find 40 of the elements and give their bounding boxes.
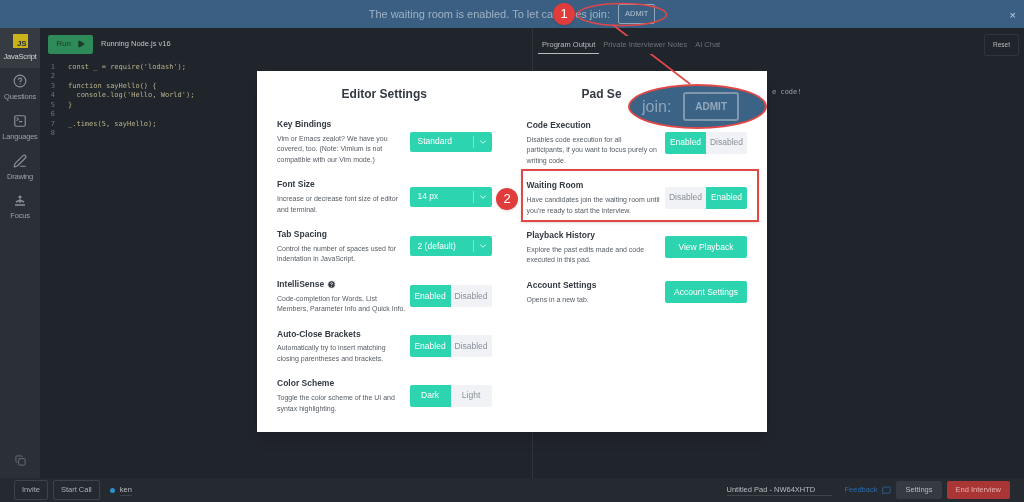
meditation-icon (14, 194, 26, 207)
select-dropdown[interactable]: 14 px (409, 186, 492, 207)
run-button[interactable]: Run (48, 34, 93, 54)
terminal-icon (13, 113, 27, 128)
action-button[interactable]: Account Settings (665, 280, 747, 303)
setting-title: Account Settings (526, 278, 597, 292)
toggle-option[interactable]: Enabled (706, 186, 747, 209)
callout-text: join: (642, 96, 672, 117)
action-button[interactable]: View Playback (665, 236, 747, 259)
select-dropdown[interactable]: 2 (default) (409, 236, 492, 257)
setting-title: Font Size (277, 178, 315, 191)
toggle-option[interactable]: Disabled (665, 186, 706, 209)
setting-title: Playback History (526, 229, 596, 242)
chat-icon[interactable] (882, 485, 892, 495)
banner-text: The waiting room is enabled. To let ca (368, 6, 554, 22)
section-title: Pad Se (580, 86, 622, 103)
toggle-option[interactable]: Enabled (409, 334, 451, 357)
setting-title: Code Execution (526, 119, 591, 132)
close-button[interactable]: × (1009, 7, 1016, 24)
toggle-option[interactable]: Dark (409, 384, 451, 407)
setting-title: Color Scheme (277, 377, 335, 390)
js-logo-icon: JS (12, 33, 28, 48)
play-icon (76, 40, 85, 48)
step-badge: 1 (553, 3, 576, 25)
question-icon (13, 73, 27, 88)
setting-title: IntelliSense (277, 277, 325, 291)
setting-title: Key Bindings (277, 118, 332, 131)
setting-title: Tab Spacing (277, 228, 327, 241)
toggle-option[interactable]: Disabled (450, 285, 492, 308)
pen-icon (13, 153, 27, 168)
toggle-option[interactable]: Enabled (665, 131, 706, 154)
select-dropdown[interactable]: Standard (409, 131, 492, 152)
setting-title: Waiting Room (526, 179, 584, 192)
copy-icon[interactable] (14, 455, 26, 466)
toggle-option[interactable]: Light (450, 384, 492, 407)
toggle-option[interactable]: Enabled (409, 285, 451, 308)
section-title: Editor Settings (340, 86, 428, 103)
toggle-option[interactable]: Disabled (706, 131, 747, 154)
setting-title: Auto-Close Brackets (277, 327, 361, 341)
toggle-option[interactable]: Disabled (450, 334, 492, 357)
